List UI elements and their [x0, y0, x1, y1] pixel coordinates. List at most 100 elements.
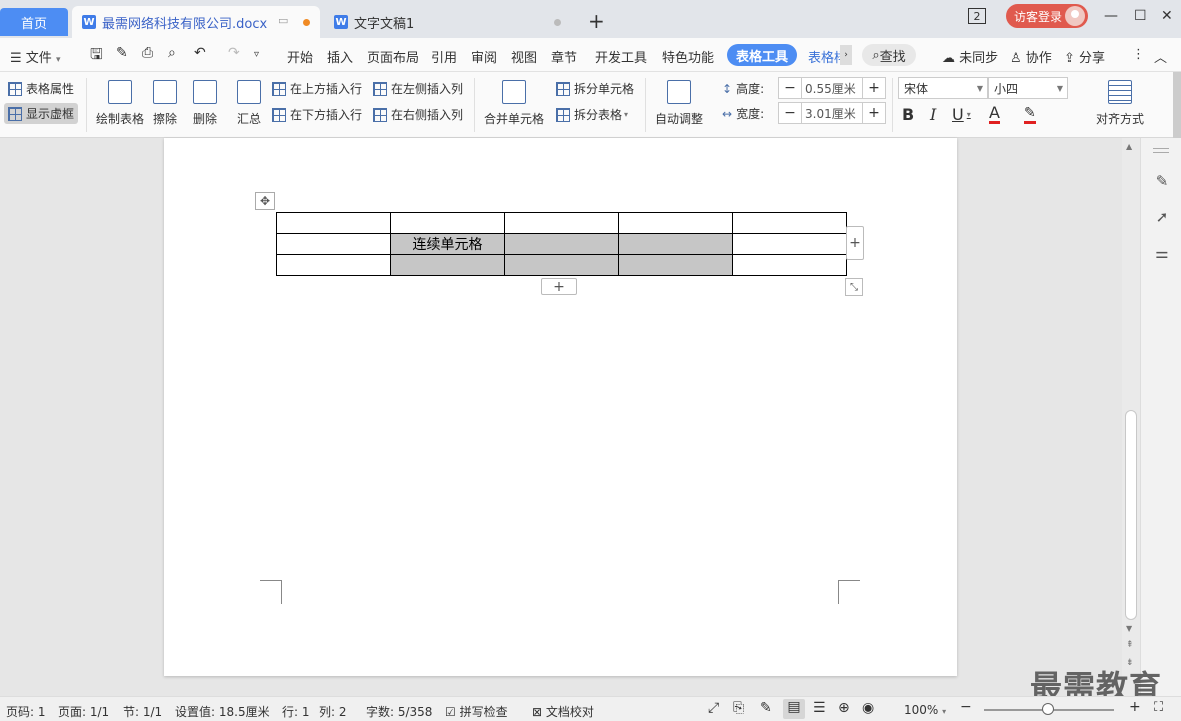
search-button[interactable]: ⌕ 查找	[862, 44, 916, 66]
show-grid-button[interactable]: 显示虚框	[4, 103, 79, 124]
height-decrease-button[interactable]: −	[779, 78, 801, 98]
menu-table-tools[interactable]: 表格工具	[727, 44, 797, 66]
fit-window-icon[interactable]: ⛶	[1154, 700, 1163, 715]
zoom-slider-thumb[interactable]	[1042, 703, 1054, 715]
scroll-down-icon[interactable]: ▼	[1126, 624, 1132, 633]
new-tab-button[interactable]: +	[588, 9, 605, 33]
insert-col-left-button[interactable]: 在左侧插入列	[373, 80, 463, 97]
erase-button[interactable]: 擦除	[153, 80, 177, 127]
table-cell[interactable]	[276, 233, 391, 255]
table-resize-icon[interactable]: ⤡	[845, 278, 863, 296]
delete-button[interactable]: 删除	[193, 80, 217, 127]
prev-page-icon[interactable]: ⇞	[1126, 640, 1134, 650]
read-mode-icon[interactable]: ⎘	[733, 700, 744, 716]
menu-insert[interactable]: 插入	[327, 47, 353, 66]
font-color-button[interactable]: A	[989, 105, 1000, 124]
print-icon[interactable]: ⎙	[142, 45, 153, 61]
zoom-out-button[interactable]: −	[960, 699, 972, 715]
status-row[interactable]: 行: 1	[282, 703, 310, 720]
tab-home[interactable]: 首页	[0, 8, 68, 36]
status-section[interactable]: 节: 1/1	[123, 703, 162, 720]
maximize-button[interactable]: ☐	[1134, 8, 1147, 24]
height-increase-button[interactable]: +	[863, 78, 885, 98]
table-cell[interactable]	[390, 212, 505, 234]
font-name-select[interactable]: 宋体 ▼	[898, 77, 988, 99]
highlight-button[interactable]: ✎	[1024, 105, 1036, 124]
menu-developer[interactable]: 开发工具	[595, 47, 647, 66]
undo-icon[interactable]: ↶	[194, 45, 206, 61]
more-menu-icon[interactable]: ⋮	[1132, 47, 1145, 62]
pen-icon[interactable]: ✎	[1153, 172, 1171, 190]
zoom-select[interactable]: 100% ▾	[904, 703, 946, 717]
bold-button[interactable]: B	[902, 105, 914, 124]
status-word-count[interactable]: 字数: 5/358	[366, 703, 432, 720]
sliders-icon[interactable]: ⚌	[1153, 244, 1171, 262]
table-cell[interactable]	[732, 233, 847, 255]
menu-view[interactable]: 视图	[511, 47, 537, 66]
minimize-button[interactable]: —	[1104, 8, 1118, 24]
print-preview-icon[interactable]: ⌕	[168, 45, 176, 61]
redo-icon[interactable]: ↷	[228, 45, 240, 61]
width-decrease-button[interactable]: −	[779, 103, 801, 123]
split-table-button[interactable]: 拆分表格 ▾	[556, 106, 628, 123]
split-cells-button[interactable]: 拆分单元格	[556, 80, 634, 97]
window-count-badge[interactable]: 2	[968, 8, 986, 24]
web-view-icon[interactable]: ⊕	[838, 700, 850, 716]
underline-button[interactable]: U ▾	[952, 105, 971, 124]
collab-button[interactable]: ♙ 协作	[1010, 47, 1052, 66]
table-cell-selected[interactable]	[504, 233, 619, 255]
status-page-count[interactable]: 页面: 1/1	[58, 703, 109, 720]
menu-start[interactable]: 开始	[287, 47, 313, 66]
table-move-handle-icon[interactable]: ✥	[255, 192, 275, 210]
table-cell-selected[interactable]	[504, 254, 619, 276]
menu-reference[interactable]: 引用	[431, 47, 457, 66]
menu-page-layout[interactable]: 页面布局	[367, 47, 419, 66]
add-row-button[interactable]: +	[541, 278, 577, 295]
more-quick-icon[interactable]: ▿	[254, 49, 259, 60]
spell-check-button[interactable]: ☑ 拼写检查	[445, 703, 508, 720]
vertical-scrollbar[interactable]: ▲ ▼ ⇞ ⇟	[1122, 138, 1140, 696]
table-properties-button[interactable]: 表格属性	[8, 80, 74, 97]
height-value[interactable]: 0.55厘米	[801, 78, 863, 98]
scrollbar-thumb[interactable]	[1125, 410, 1137, 620]
tab-document-1[interactable]: W 最需网络科技有限公司.docx ▭	[72, 6, 320, 38]
table-cell-selected[interactable]: 连续单元格	[390, 233, 505, 255]
tab-document-2[interactable]: W 文字文稿1	[324, 6, 574, 38]
status-col[interactable]: 列: 2	[319, 703, 347, 720]
zoom-in-button[interactable]: +	[1129, 699, 1141, 715]
add-column-button[interactable]: +	[846, 226, 864, 260]
eye-protect-icon[interactable]: ◉	[862, 700, 874, 716]
document-table[interactable]: 连续单元格	[276, 212, 847, 276]
table-cell[interactable]	[276, 212, 391, 234]
status-page-number[interactable]: 页码: 1	[6, 703, 46, 720]
format-painter-icon[interactable]: ✎	[116, 45, 128, 61]
fullscreen-icon[interactable]: ⤢	[708, 700, 719, 716]
height-stepper[interactable]: − 0.55厘米 +	[778, 77, 886, 99]
summary-button[interactable]: 汇总	[237, 80, 261, 127]
width-increase-button[interactable]: +	[863, 103, 885, 123]
menu-features[interactable]: 特色功能	[662, 47, 714, 66]
table-cell[interactable]	[732, 212, 847, 234]
font-size-select[interactable]: 小四 ▼	[988, 77, 1068, 99]
align-button[interactable]: 对齐方式	[1096, 80, 1144, 127]
save-icon[interactable]: 🖫	[90, 44, 103, 69]
doc-check-button[interactable]: ⊠ 文档校对	[532, 703, 594, 720]
menu-chapter[interactable]: 章节	[551, 47, 577, 66]
insert-col-right-button[interactable]: 在右侧插入列	[373, 106, 463, 123]
collapse-ribbon-icon[interactable]: ︿	[1154, 47, 1167, 66]
auto-adjust-button[interactable]: 自动调整	[655, 80, 703, 127]
sync-button[interactable]: ☁ 未同步	[942, 47, 998, 66]
outline-view-icon[interactable]: ☰	[813, 700, 826, 716]
insert-row-above-button[interactable]: 在上方插入行	[272, 80, 362, 97]
insert-row-below-button[interactable]: 在下方插入行	[272, 106, 362, 123]
ribbon-scroll-right-icon[interactable]	[1173, 72, 1181, 138]
table-cell[interactable]	[618, 212, 733, 234]
table-cell-selected[interactable]	[618, 254, 733, 276]
login-button[interactable]: 访客登录	[1006, 4, 1088, 28]
table-cell[interactable]	[732, 254, 847, 276]
table-cell[interactable]	[276, 254, 391, 276]
merge-cells-button[interactable]: 合并单元格	[484, 80, 544, 127]
tab-close-dot-icon[interactable]	[554, 19, 561, 26]
table-cell[interactable]	[504, 212, 619, 234]
width-stepper[interactable]: − 3.01厘米 +	[778, 102, 886, 124]
